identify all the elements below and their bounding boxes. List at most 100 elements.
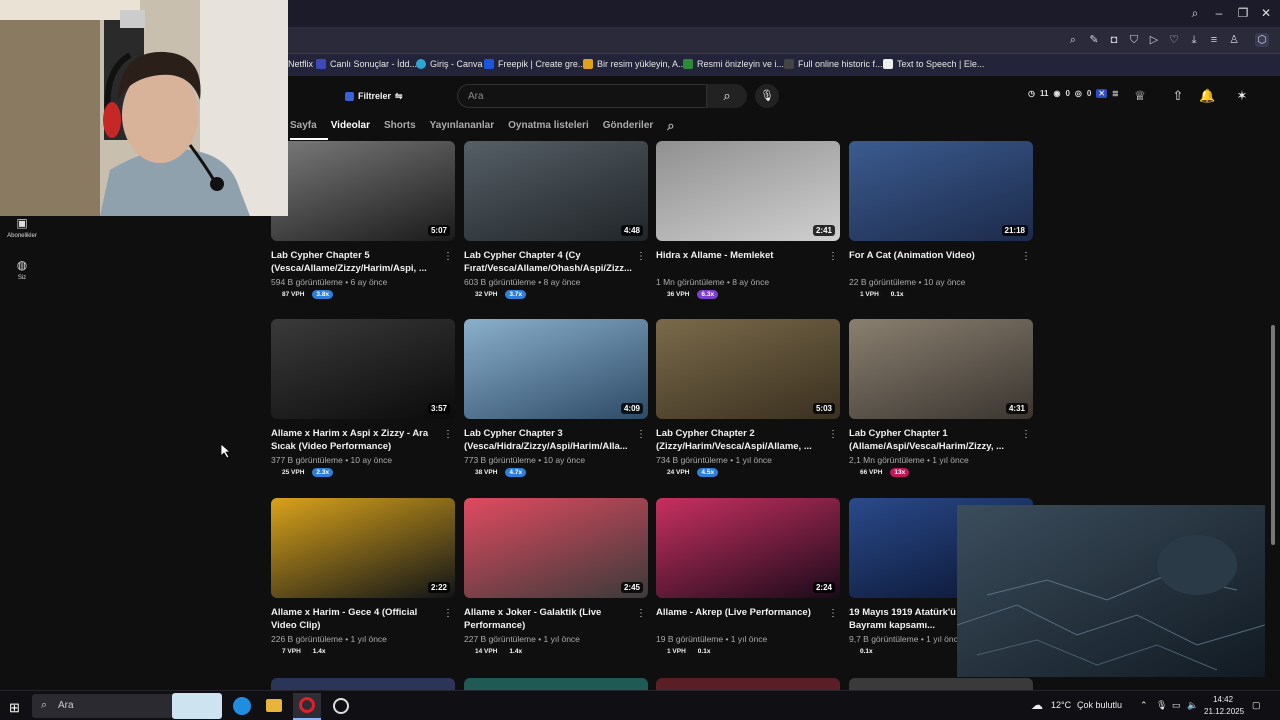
clock-time[interactable]: 14:42 — [1213, 695, 1233, 704]
video-card[interactable]: 2:41 Hidra x Allame - Memleket 1 Mn görünt… — [656, 141, 840, 299]
profile-icon[interactable]: ♙ — [1227, 33, 1241, 47]
video-thumbnail[interactable]: 2:41 — [656, 141, 840, 241]
chevron-up-icon[interactable]: ⌃ — [1140, 700, 1148, 711]
video-title[interactable]: Lab Cypher Chapter 4 (Cy Fırat/Vesca/All… — [464, 249, 648, 275]
video-thumbnail[interactable]: 2:24 — [656, 498, 840, 598]
tab-gonderiler[interactable]: Gönderiler — [603, 120, 654, 136]
restore-button[interactable]: ❐ — [1236, 6, 1250, 20]
notification-icon[interactable]: ▢ — [1252, 700, 1261, 711]
edit-icon[interactable]: ✎ — [1087, 33, 1101, 47]
video-card[interactable]: 4:48 Lab Cypher Chapter 4 (Cy Fırat/Vesca… — [464, 141, 648, 299]
more-options-icon[interactable]: ⋮ — [828, 608, 838, 619]
more-options-icon[interactable]: ⋮ — [636, 251, 646, 262]
opera-taskbar-button[interactable] — [293, 693, 321, 720]
bookmark-resim-yukle[interactable]: Bir resim yükleyin, A... — [583, 59, 686, 69]
bookmark-freepik[interactable]: Freepik | Create gre... — [484, 59, 585, 69]
bookmark-canva[interactable]: Giriş - Canva — [416, 59, 483, 69]
video-thumbnail[interactable] — [271, 678, 455, 690]
bookmark-netflix[interactable]: Netflix — [288, 59, 313, 69]
tab-videolar[interactable]: Videolar — [331, 120, 370, 136]
start-button[interactable]: ⊞ — [9, 700, 20, 716]
sidebar-item-you[interactable]: ◍ Siz — [0, 258, 44, 281]
bell-icon[interactable]: 🔔 — [1199, 88, 1215, 104]
heart-icon[interactable]: ♡ — [1167, 33, 1181, 47]
tab-oynatma-listeleri[interactable]: Oynatma listeleri — [508, 120, 589, 136]
video-card[interactable]: 21:18 For A Cat (Animation Video) 22 B gör… — [849, 141, 1033, 299]
video-thumbnail[interactable] — [656, 678, 840, 690]
video-thumbnail[interactable] — [849, 678, 1033, 690]
mini-player[interactable] — [957, 505, 1265, 677]
minimize-button[interactable]: – — [1212, 6, 1226, 20]
video-title[interactable]: Lab Cypher Chapter 3 (Vesca/Hidra/Zizzy/… — [464, 427, 648, 453]
video-card[interactable]: 3:57 Allame x Harim x Aspi x Zizzy - Ara … — [271, 319, 455, 477]
more-options-icon[interactable]: ⋮ — [1021, 251, 1031, 262]
clock-date[interactable]: 21.12.2025 — [1204, 707, 1244, 716]
more-options-icon[interactable]: ⋮ — [1021, 429, 1031, 440]
extension-icon[interactable]: ⬡ — [1255, 33, 1269, 47]
more-options-icon[interactable]: ⋮ — [443, 608, 453, 619]
voice-search-button[interactable]: 🎙 — [755, 84, 779, 108]
more-options-icon[interactable]: ⋮ — [443, 251, 453, 262]
video-thumbnail[interactable]: 5:07 — [271, 141, 455, 241]
video-thumbnail[interactable]: 4:48 — [464, 141, 648, 241]
upload-icon[interactable]: ⇧ — [1170, 88, 1186, 104]
video-thumbnail[interactable]: 4:09 — [464, 319, 648, 419]
more-options-icon[interactable]: ⋮ — [443, 429, 453, 440]
video-thumbnail[interactable]: 4:31 — [849, 319, 1033, 419]
search-input[interactable]: Ara — [457, 84, 707, 108]
play-icon[interactable]: ▷ — [1147, 33, 1161, 47]
video-thumbnail[interactable]: 2:45 — [464, 498, 648, 598]
search-icon[interactable]: ⌕ — [1188, 6, 1202, 20]
video-card[interactable]: 4:09 Lab Cypher Chapter 3 (Vesca/Hidra/Zi… — [464, 319, 648, 477]
app-icon[interactable] — [333, 698, 349, 714]
video-title[interactable]: Lab Cypher Chapter 2 (Zizzy/Harim/Vesca/… — [656, 427, 840, 453]
video-thumbnail[interactable]: 3:57 — [271, 319, 455, 419]
video-title[interactable]: Lab Cypher Chapter 5 (Vesca/Allame/Zizzy… — [271, 249, 455, 275]
more-options-icon[interactable]: ⋮ — [636, 608, 646, 619]
video-card[interactable]: 2:24 Allame - Akrep (Live Performance) 19 … — [656, 498, 840, 656]
video-thumbnail[interactable]: 5:03 — [656, 319, 840, 419]
video-card[interactable]: 5:07 Lab Cypher Chapter 5 (Vesca/Allame/Z… — [271, 141, 455, 299]
volume-icon[interactable]: 🔈 — [1187, 700, 1198, 711]
more-options-icon[interactable]: ⋮ — [636, 429, 646, 440]
video-title[interactable]: Allame x Harim x Aspi x Zizzy - Ara Sıca… — [271, 427, 455, 453]
close-button[interactable]: ✕ — [1259, 6, 1273, 20]
video-thumbnail[interactable] — [464, 678, 648, 690]
scrollbar[interactable] — [1271, 325, 1275, 545]
video-title[interactable]: Hidra x Allame - Memleket — [656, 249, 840, 275]
zoom-icon[interactable]: ⌕ — [1066, 33, 1080, 47]
search-button[interactable]: ⌕ — [707, 84, 747, 108]
bookmark-historic[interactable]: Full online historic f... — [784, 59, 883, 69]
menu-icon[interactable]: ≡ — [1207, 33, 1221, 47]
video-title[interactable]: Allame x Joker - Galaktik (Live Performa… — [464, 606, 648, 632]
extension-badge-icon[interactable]: ✕ — [1096, 89, 1108, 98]
edge-icon[interactable] — [233, 697, 251, 715]
file-explorer-icon[interactable] — [266, 699, 282, 712]
list-icon[interactable]: ≣ — [1112, 89, 1119, 98]
video-title[interactable]: Allame x Harim - Gece 4 (Official Video … — [271, 606, 455, 632]
bookmark-resim-onizle[interactable]: Resmi önizleyin ve i... — [683, 59, 784, 69]
trophy-icon[interactable]: ♕ — [1132, 88, 1148, 104]
channel-search-icon[interactable]: ⌕ — [667, 118, 674, 136]
video-thumbnail[interactable]: 21:18 — [849, 141, 1033, 241]
video-thumbnail[interactable]: 2:22 — [271, 498, 455, 598]
more-options-icon[interactable]: ⋮ — [828, 251, 838, 262]
video-title[interactable]: Lab Cypher Chapter 1 (Allame/Aspi/Vesca/… — [849, 427, 1033, 453]
video-card[interactable]: 4:31 Lab Cypher Chapter 1 (Allame/Aspi/Ve… — [849, 319, 1033, 477]
shield-icon[interactable]: ⛉ — [1127, 33, 1141, 47]
microphone-icon[interactable]: 🎙 — [1156, 700, 1167, 711]
avatar[interactable]: ✶ — [1234, 88, 1250, 104]
video-title[interactable]: For A Cat (Animation Video) — [849, 249, 1033, 275]
video-card[interactable]: 2:22 Allame x Harim - Gece 4 (Official Vi… — [271, 498, 455, 656]
video-card[interactable]: 2:45 Allame x Joker - Galaktik (Live Perf… — [464, 498, 648, 656]
download-icon[interactable]: ⤓ — [1187, 33, 1201, 47]
more-options-icon[interactable]: ⋮ — [828, 429, 838, 440]
sidebar-item-subscriptions[interactable]: ▣ Abonelikler — [0, 216, 44, 239]
camera-icon[interactable]: ◘ — [1107, 33, 1121, 47]
tab-yayinlananlar[interactable]: Yayınlananlar — [430, 120, 494, 136]
video-card[interactable]: 5:03 Lab Cypher Chapter 2 (Zizzy/Harim/Ve… — [656, 319, 840, 477]
filters-button[interactable]: Filtreler ⇋ — [345, 87, 403, 105]
network-icon[interactable]: ▭ — [1172, 700, 1181, 711]
bookmark-canli-sonuclar[interactable]: Canlı Sonuçlar - İdd... — [316, 59, 417, 69]
video-title[interactable]: Allame - Akrep (Live Performance) — [656, 606, 840, 632]
